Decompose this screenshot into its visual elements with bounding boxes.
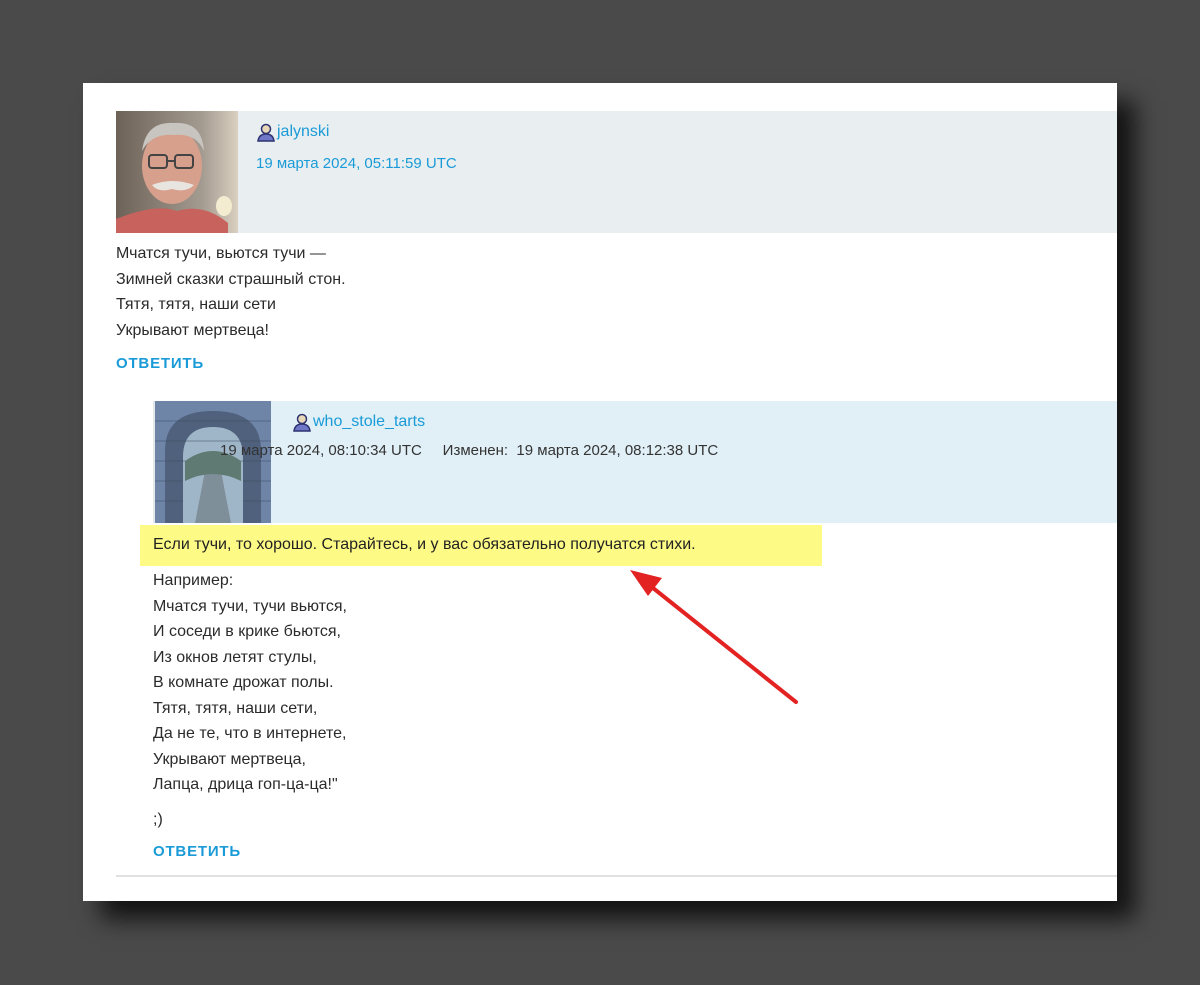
comment-line: Укрывают мертвеца,	[153, 750, 306, 768]
author-link[interactable]: jalynski	[256, 122, 329, 142]
comment-line: Тятя, тятя, наши сети	[116, 296, 276, 313]
comment-line: Например:	[153, 572, 234, 589]
user-icon	[257, 123, 275, 142]
comment-body: Мчатся тучи, вьются тучи — Зимней сказки…	[116, 241, 346, 343]
highlighted-text: Если тучи, то хорошо. Старайтесь, и у ва…	[153, 536, 696, 553]
avatar[interactable]	[155, 401, 271, 523]
author-link[interactable]: who_stole_tarts	[292, 412, 425, 432]
comment-line: Укрывают мертвеца!	[116, 321, 269, 339]
avatar[interactable]	[116, 111, 238, 233]
comment-line: Мчатся тучи, тучи вьются,	[153, 597, 347, 615]
author-name[interactable]: who_stole_tarts	[313, 413, 425, 431]
comment-date[interactable]: 19 марта 2024, 05:11:59 UTC	[256, 155, 457, 172]
comment-header: jalynski 19 марта 2024, 05:11:59 UTC	[116, 111, 1117, 233]
user-icon	[293, 413, 311, 432]
comment-meta: 19 марта 2024, 08:10:34 UTC Изменен: 19 …	[220, 442, 718, 459]
comment-body: Например: Мчатся тучи, тучи вьются, И со…	[153, 568, 347, 798]
reply-button[interactable]: ОТВЕТИТЬ	[116, 355, 204, 372]
comment-line: ;)	[153, 811, 163, 828]
comment-line: Зимней сказки страшный стон.	[116, 270, 346, 288]
comment-line: Мчатся тучи, вьются тучи —	[116, 245, 326, 262]
comment-line: Из окнов летят стулы,	[153, 648, 317, 666]
comments-panel: jalynski 19 марта 2024, 05:11:59 UTC Мча…	[83, 83, 1117, 901]
edited-date: 19 марта 2024, 08:12:38 UTC	[516, 442, 719, 459]
reply-button[interactable]: ОТВЕТИТЬ	[153, 843, 241, 860]
comment-line: И соседи в крике бьются,	[153, 623, 341, 640]
comment-line: Лапца, дрица гоп-ца-ца!"	[153, 776, 338, 793]
comment-line: Да не те, что в интернете,	[153, 725, 347, 742]
comment-date[interactable]: 19 марта 2024, 08:10:34 UTC	[220, 442, 422, 459]
edited-label: Изменен:	[442, 442, 509, 459]
comment-line: В комнате дрожат полы.	[153, 674, 334, 691]
author-name[interactable]: jalynski	[277, 123, 329, 141]
comment-line: Тятя, тятя, наши сети,	[153, 699, 318, 717]
divider	[116, 875, 1117, 877]
